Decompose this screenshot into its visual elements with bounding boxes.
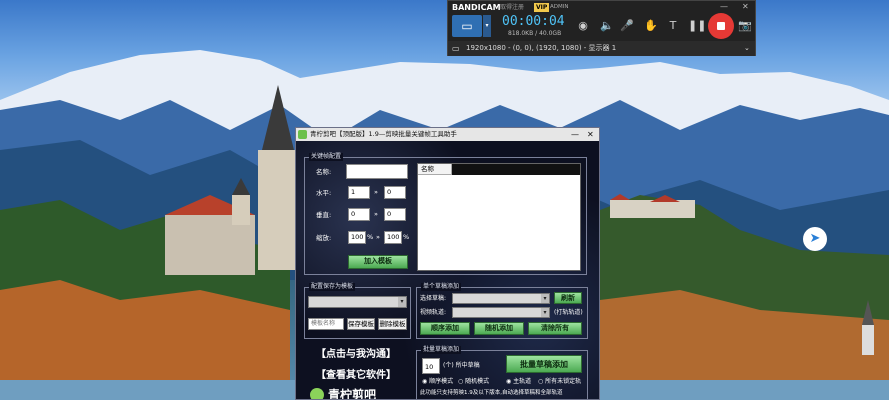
screenshot-camera-icon[interactable]: 📷 [736, 17, 754, 35]
close-icon[interactable]: ✕ [742, 2, 749, 11]
other-software-link[interactable]: 【查看其它软件】 [316, 369, 396, 383]
add-to-template-button[interactable]: 加入模板 [348, 255, 408, 269]
window-minimize-button[interactable]: — [571, 128, 579, 141]
delete-template-button[interactable]: 删除模板 [378, 318, 407, 330]
batch-count-label: (个) 所中草稿 [443, 362, 480, 369]
resolution-readout: 1920x1080 - (0, 0), (1920, 1080) - 显示器 1 [466, 44, 617, 52]
minimize-icon[interactable]: — [720, 2, 728, 11]
batch-draft-title: 批量草稿添加 [421, 346, 462, 354]
file-size: 818.0KB / 40.0GB [508, 30, 562, 37]
template-select-arrow-icon: ▾ [398, 297, 406, 307]
keyframe-config-title: 关键帧配置 [309, 153, 344, 161]
app-icon [298, 130, 307, 139]
track-hint: (打轨轨道) [554, 309, 583, 316]
brand-footer-text: 青柠剪吧 [328, 388, 377, 400]
bandicam-logo: BANDICAM [452, 3, 501, 12]
clear-all-button[interactable]: 清除所有 [528, 322, 582, 335]
all-tracks-radio[interactable]: ○ 所有未锁定轨 [538, 377, 581, 386]
save-template-group: 配置保存为模板 [304, 283, 411, 339]
cursor-effect-icon[interactable]: ✋ [642, 17, 660, 35]
brand-leaf-icon [310, 388, 324, 399]
pause-icon[interactable]: ❚❚ [688, 17, 706, 35]
single-draft-title: 单个草稿添加 [421, 283, 462, 291]
template-name-input[interactable]: 模板名称 [308, 318, 344, 330]
scale-to-percent: % [403, 233, 410, 241]
template-list-header-rest [452, 164, 580, 175]
track-select-arrow-icon: ▾ [541, 308, 549, 317]
window-close-button[interactable]: ✕ [587, 128, 594, 141]
mode-dropdown-icon[interactable]: ▾ [483, 15, 491, 37]
batch-note: 此功能只支持剪映1.9及以下版本,自动选择草稿和全部轨道 [420, 390, 563, 396]
expand-chevron-icon[interactable]: ⌄ [744, 41, 750, 56]
vertical-to-input[interactable]: 0 [384, 208, 406, 221]
save-template-button[interactable]: 保存模板 [347, 318, 375, 330]
track-select-label: 视频轨道: [420, 309, 447, 316]
track-select[interactable]: ▾ [452, 307, 550, 318]
text-overlay-icon[interactable]: T [664, 17, 682, 35]
sequence-add-button[interactable]: 顺序添加 [420, 322, 470, 335]
scale-from-percent: % [367, 233, 374, 241]
vertical-label: 垂直: [316, 211, 332, 219]
horizontal-from-input[interactable]: 1 [348, 186, 370, 199]
save-template-title: 配置保存为模板 [309, 283, 356, 291]
window-title: 青柠剪吧【顶配版】1.9—剪映批量关键帧工具助手 [310, 130, 457, 138]
bandicam-toolbar: BANDICAM 取得注册 VIP ADMIN ▭ ▾ 00:00:04 818… [447, 0, 756, 56]
refresh-button[interactable]: 刷新 [554, 292, 582, 304]
horizontal-label: 水平: [316, 189, 332, 197]
draft-select-arrow-icon: ▾ [541, 294, 549, 303]
sequence-mode-radio[interactable]: ◉ 顺序模式 [422, 377, 453, 386]
contact-link[interactable]: 【点击与我沟通】 [316, 348, 396, 362]
template-list-header: 名称 [418, 164, 452, 175]
stop-record-button[interactable] [708, 13, 734, 39]
batch-count-input[interactable]: 10 [422, 358, 440, 374]
scale-to-input[interactable]: 100 [384, 231, 402, 244]
horizontal-to-input[interactable]: 0 [384, 186, 406, 199]
record-timer: 00:00:04 [502, 14, 565, 29]
admin-badge: ADMIN [550, 4, 569, 10]
batch-add-button[interactable]: 批量草稿添加 [506, 355, 582, 373]
monitor-icon: ▭ [452, 44, 460, 53]
scale-from-input[interactable]: 100 [348, 231, 366, 244]
vip-badge[interactable]: VIP [534, 3, 550, 12]
vertical-arrow: » [374, 210, 378, 218]
template-list[interactable]: 名称 [417, 163, 581, 271]
screen-mode-button[interactable]: ▭ [452, 15, 482, 37]
draft-select[interactable]: ▾ [452, 293, 550, 304]
template-select[interactable]: ▾ [308, 296, 407, 308]
name-label: 名称: [316, 168, 332, 176]
webcam-icon[interactable]: ◉ [574, 17, 592, 35]
scale-label: 缩放: [316, 234, 332, 242]
app-window: 青柠剪吧【顶配版】1.9—剪映批量关键帧工具助手 — ✕ 关键帧配置 名称: 水… [295, 127, 600, 400]
draft-select-label: 选择草稿: [420, 295, 447, 302]
horizontal-arrow: » [374, 188, 378, 196]
scale-arrow: » [376, 233, 380, 241]
random-add-button[interactable]: 随机添加 [474, 322, 524, 335]
vertical-from-input[interactable]: 0 [348, 208, 370, 221]
keyframe-name-input[interactable] [346, 164, 408, 179]
stop-square-icon [717, 22, 725, 30]
speaker-icon[interactable]: 🔈 [598, 17, 616, 35]
register-link[interactable]: 取得注册 [500, 3, 524, 13]
microphone-icon[interactable]: 🎤 [618, 17, 636, 35]
floating-bird-icon[interactable]: ➤ [803, 227, 827, 251]
window-titlebar: 青柠剪吧【顶配版】1.9—剪映批量关键帧工具助手 — ✕ [296, 128, 599, 141]
random-mode-radio[interactable]: ○ 随机模式 [458, 377, 489, 386]
main-track-radio[interactable]: ◉ 主轨道 [506, 377, 531, 386]
